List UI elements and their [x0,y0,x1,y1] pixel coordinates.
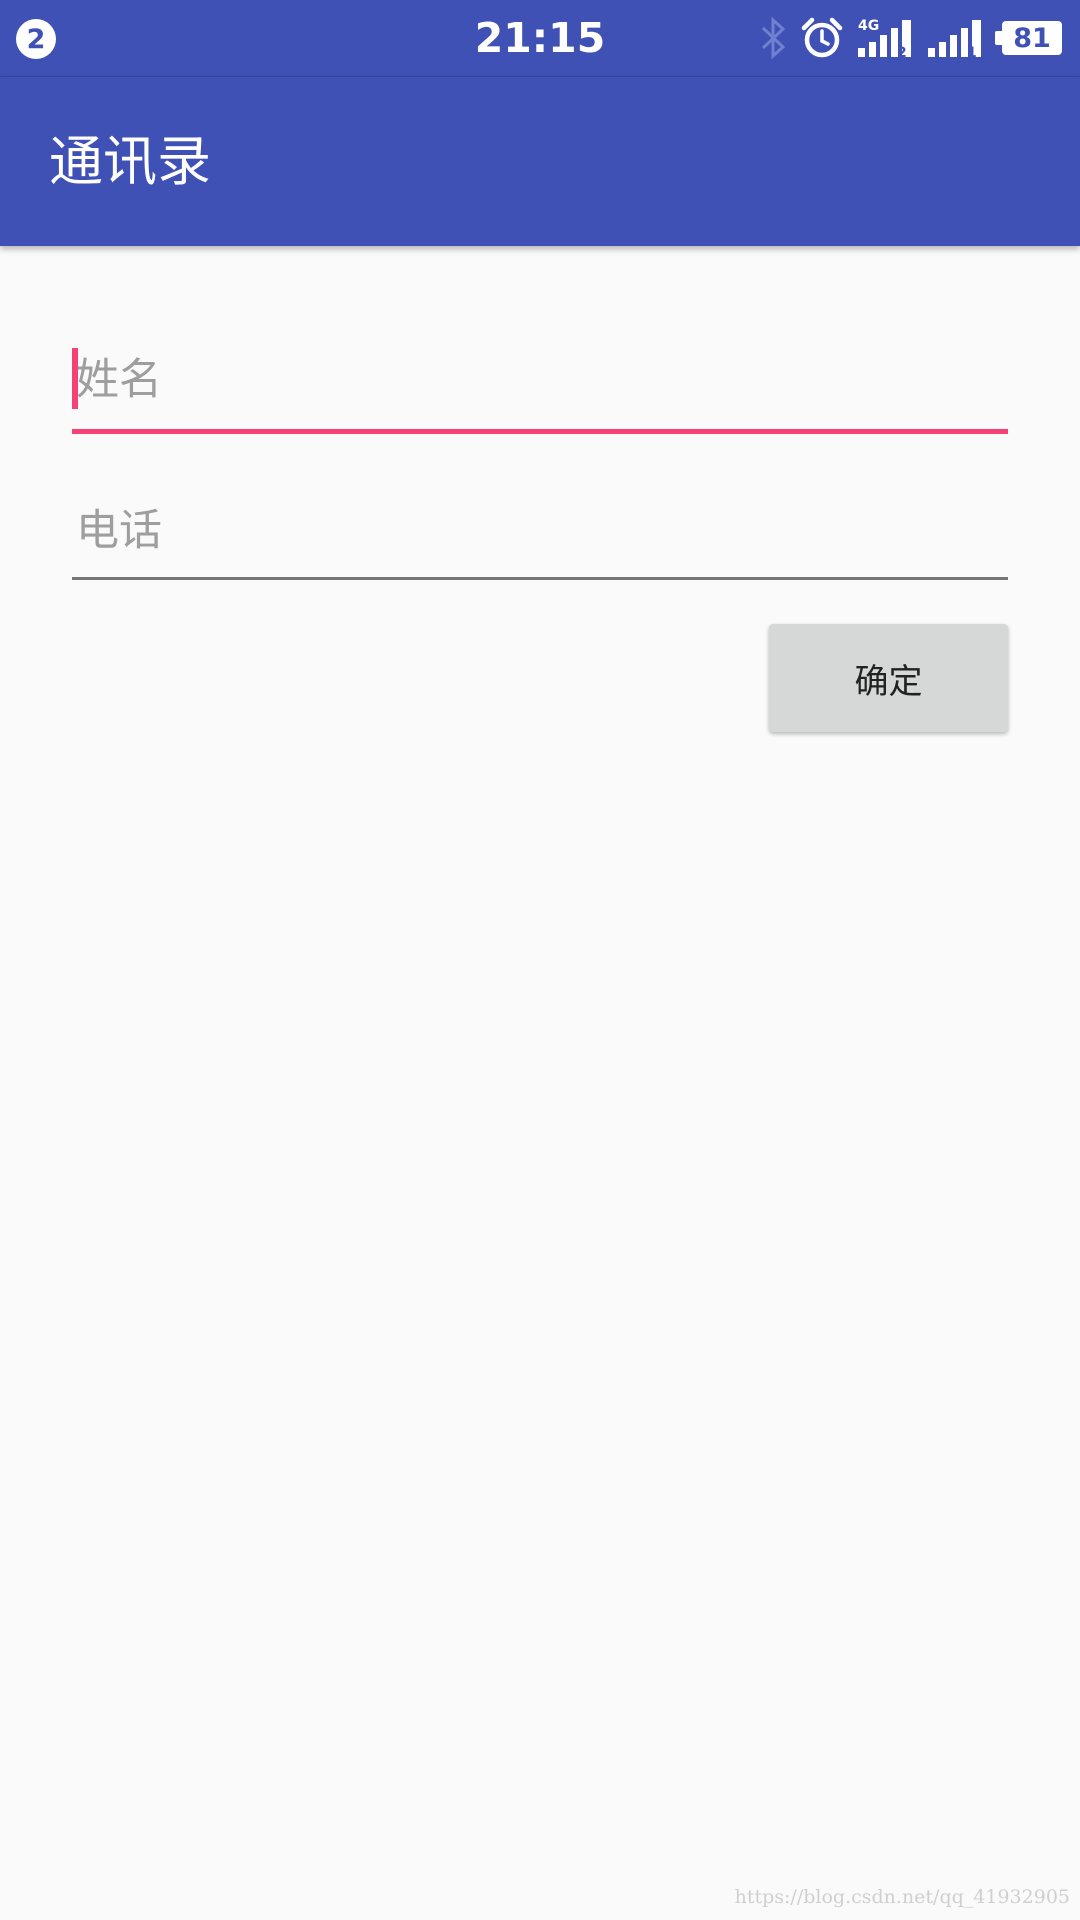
network-type-label: 4G [858,18,879,34]
watermark-url: https://blog.csdn.net/qq_41932905 [734,1886,1070,1908]
text-cursor [72,348,78,409]
name-input-underline [72,429,1008,434]
status-icons: 4G 2 1 81 [746,14,1062,62]
app-title: 通讯录 [49,130,211,193]
phone-input[interactable] [72,495,1008,567]
name-input[interactable] [72,344,1008,416]
sim-slot-label: 1 [967,45,977,60]
alarm-icon [801,17,843,58]
battery-level: 81 [1013,22,1051,54]
phone-input-underline [72,577,1008,580]
confirm-button[interactable]: 确定 [769,624,1008,732]
app-bar: 通讯录 [0,77,1080,246]
signal-icon: 4G 2 [858,18,911,60]
signal-icon: 1 [928,20,981,60]
status-bar: 2 21:15 4G 2 1 81 [0,0,1080,77]
battery-icon: 81 [995,21,1062,55]
bluetooth-icon [761,16,786,60]
sim-slot-label: 2 [897,45,907,60]
screen: 2 21:15 4G 2 1 81 通讯录 姓名 电话 确定 https://b… [0,0,1080,1920]
